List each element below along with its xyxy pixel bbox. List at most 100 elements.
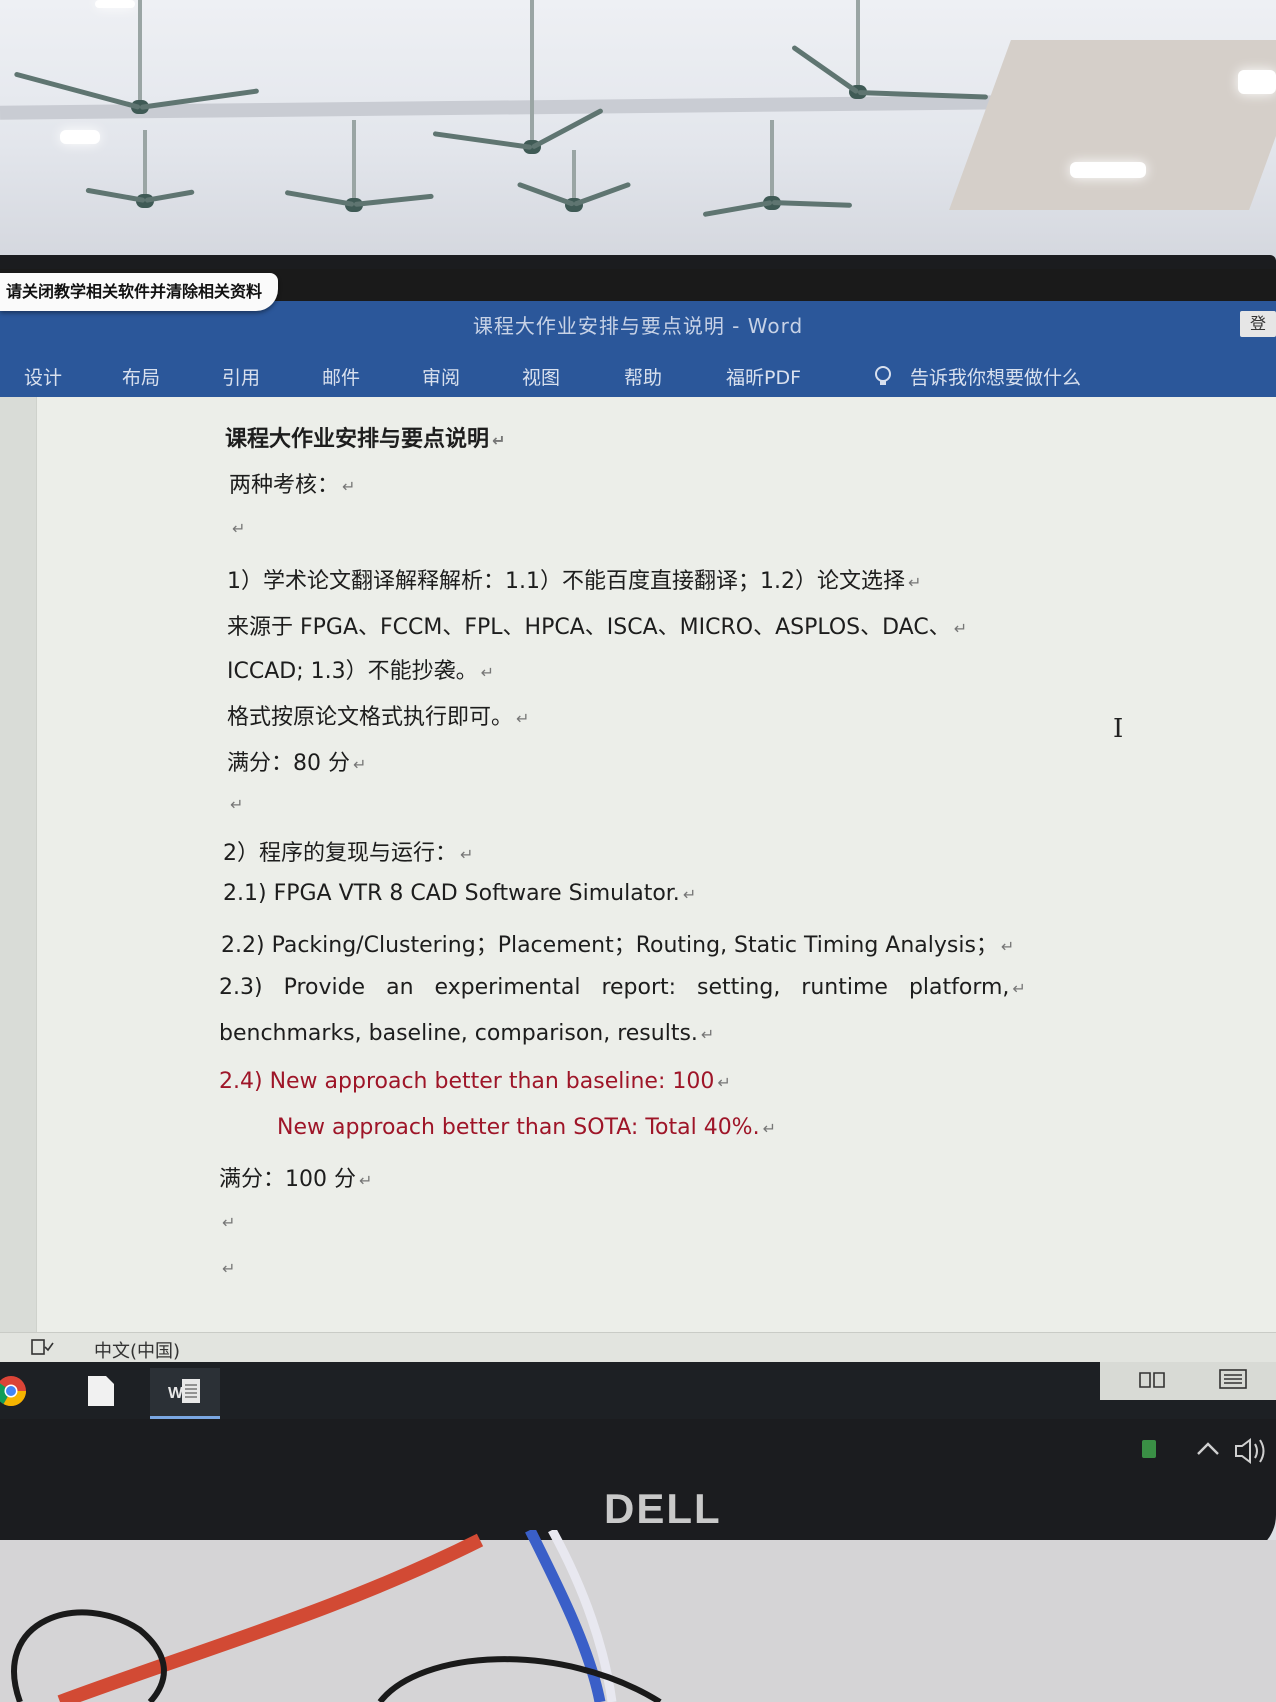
notification-banner: 请关闭教学相关软件并清除相关资料 [0,273,279,311]
notification-text: 请关闭教学相关软件并清除相关资料 [6,282,263,301]
paragraph-mark: ↵ [953,619,968,638]
paragraph-mark: ↵ [222,1259,236,1278]
paragraph-mark: ↵ [700,1025,715,1044]
paragraph-text: 满分：80 分 [227,751,350,776]
document-area: 课程大作业安排与要点说明 ↵ 两种考核： ↵ ↵ 1）学术论文翻译解释解析：1.1）不能百… [0,397,1276,1332]
paragraph-mark: ↵ [717,1073,731,1092]
paragraph-text: New approach better than SOTA: Total 40%… [277,1115,760,1140]
ceiling-light [60,130,100,144]
tab-review[interactable]: 审阅 [422,363,460,390]
ceiling-beam [0,94,1101,120]
ceiling-soffit [949,40,1276,210]
tab-help[interactable]: 帮助 [624,363,662,390]
ceiling-light [1238,70,1276,94]
paragraph-mark: ↵ [353,755,367,774]
document-paragraph[interactable]: ICCAD; 1.3）不能抄袭。 ↵ [227,653,494,685]
document-paragraph[interactable]: 格式按原论文格式执行即可。 ↵ [227,699,529,731]
screen: 请关闭教学相关软件并清除相关资料 课程大作业安排与要点说明 - Word 登 设… [0,269,1276,1419]
dell-logo: DELL [604,1485,722,1533]
document-paragraph[interactable]: 来源于 FPGA、FCCM、FPL、HPCA、ISCA、MICRO、ASPLOS… [227,609,967,641]
tab-view[interactable]: 视图 [522,363,560,390]
paragraph-text: benchmarks, baseline, comparison, result… [219,1021,698,1046]
paragraph-mark: ↵ [516,709,530,728]
document-paragraph[interactable]: 2.1) FPGA VTR 8 CAD Software Simulator. ↵ [223,881,696,906]
word-taskbar-button[interactable]: W [150,1368,220,1419]
paragraph-text: ICCAD; 1.3）不能抄袭。 [227,659,478,684]
sign-in-button[interactable]: 登 [1240,311,1276,337]
cables [11,1530,662,1702]
volume-icon [1235,1438,1251,1464]
paragraph-mark: ↵ [230,795,244,814]
document-paragraph[interactable]: 1）学术论文翻译解释解析：1.1）不能百度直接翻译；1.2）论文选择 ↵ [227,563,921,595]
file-explorer-taskbar-button[interactable] [70,1368,140,1416]
read-mode-icon[interactable] [1138,1370,1166,1390]
document-paragraph[interactable]: 两种考核： ↵ [229,467,355,499]
paragraph-mark: ↵ [907,573,922,592]
paragraph-mark: ↵ [222,1213,236,1232]
document-paragraph[interactable]: 2.3) Provide an experimental report: set… [219,975,1026,1000]
document-paragraph[interactable]: benchmarks, baseline, comparison, result… [219,1021,714,1046]
chevron-up-icon [1197,1442,1219,1455]
proofing-icon[interactable] [30,1337,54,1357]
paragraph-text: 2.2) Packing/Clustering；Placement；Routin… [221,933,998,958]
paragraph-text: 两种考核： [229,473,340,498]
tab-design[interactable]: 设计 [24,363,62,390]
lightbulb-icon [875,366,891,385]
sign-in-label: 登 [1249,314,1266,333]
paragraph-text: 格式按原论文格式执行即可。 [227,705,514,730]
monitor: 请关闭教学相关软件并清除相关资料 课程大作业安排与要点说明 - Word 登 设… [0,255,1276,1555]
paragraph-text: 1）学术论文翻译解释解析：1.1）不能百度直接翻译；1.2）论文选择 [227,569,905,594]
paragraph-mark: ↵ [359,1171,373,1190]
document-page[interactable]: 课程大作业安排与要点说明 ↵ 两种考核： ↵ ↵ 1）学术论文翻译解释解析：1.1）不能百… [36,397,1276,1332]
language-indicator[interactable]: 中文(中国) [94,1337,180,1363]
tab-foxit-pdf[interactable]: 福昕PDF [726,363,801,390]
document-paragraph[interactable]: 课程大作业安排与要点说明 ↵ [225,421,505,453]
document-paragraph[interactable]: 满分：80 分 ↵ [227,745,366,777]
paragraph-text: 来源于 FPGA、FCCM、FPL、HPCA、ISCA、MICRO、ASPLOS… [227,615,951,640]
paragraph-text: 满分：100 分 [219,1167,356,1192]
paragraph-mark: ↵ [342,477,356,496]
ribbon-tabs: 设计 布局 引用 邮件 审阅 视图 帮助 福昕PDF 告诉我你想要做什么 [0,351,1276,397]
paragraph-mark: ↵ [1012,979,1026,998]
tab-layout[interactable]: 布局 [122,363,160,390]
status-bar: 中文(中国) [0,1332,1276,1363]
document-paragraph[interactable]: 2.4) New approach better than baseline: … [219,1069,731,1094]
paragraph-mark: ↵ [682,885,697,904]
classroom-ceiling [0,0,1276,262]
view-buttons [1100,1362,1276,1400]
paragraph-text: 2）程序的复现与运行： [223,841,457,866]
ceiling-light [95,0,135,8]
paragraph-mark: ↵ [762,1119,776,1138]
print-layout-icon[interactable] [1218,1368,1248,1390]
window-title: 课程大作业安排与要点说明 - Word [472,314,804,338]
text-cursor-icon: I [1113,714,1124,744]
tab-mailings[interactable]: 邮件 [322,363,360,390]
paragraph-mark: ↵ [232,519,246,538]
document-paragraph[interactable]: New approach better than SOTA: Total 40%… [277,1115,776,1140]
empty-paragraph[interactable]: ↵ [227,791,243,816]
word-icon: W [168,1379,200,1403]
chrome-taskbar-button[interactable] [0,1368,70,1416]
taskbar: W [0,1362,1276,1419]
paragraph-text: 2.1) FPGA VTR 8 CAD Software Simulator. [223,881,680,906]
empty-paragraph[interactable]: ↵ [219,1255,235,1280]
document-paragraph[interactable]: 2.2) Packing/Clustering；Placement；Routin… [221,927,1014,959]
document-icon [88,1376,114,1406]
empty-paragraph[interactable]: ↵ [229,515,245,540]
svg-text:W: W [168,1385,184,1402]
paragraph-mark: ↵ [480,663,495,682]
empty-paragraph[interactable]: ↵ [219,1209,235,1234]
paragraph-text: 课程大作业安排与要点说明 [225,427,490,452]
document-paragraph[interactable]: 2）程序的复现与运行： ↵ [223,835,473,867]
paragraph-mark: ↵ [460,845,474,864]
tell-me-search[interactable]: 告诉我你想要做什么 [910,363,1081,390]
paragraph-mark: ↵ [1000,937,1015,956]
document-paragraph[interactable]: 满分：100 分 ↵ [219,1161,372,1193]
system-tray [1142,1438,1265,1464]
chrome-icon [0,1376,27,1407]
usb-icon [1142,1440,1156,1458]
paragraph-mark: ↵ [492,431,506,450]
paragraph-text: 2.3) Provide an experimental report: set… [219,975,1010,1000]
brand-label: DELL [604,1485,722,1532]
tab-references[interactable]: 引用 [222,363,260,390]
